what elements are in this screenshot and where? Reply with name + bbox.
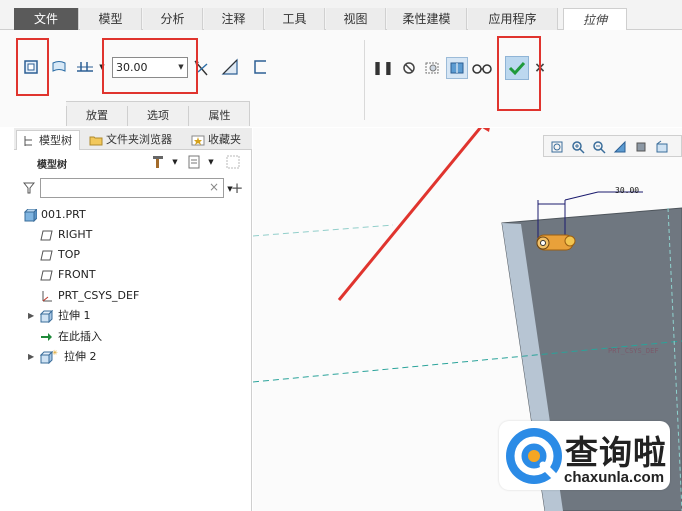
csys-label: PRT_CSYS_DEF: [608, 347, 659, 355]
tab-flexible-modeling[interactable]: 柔性建模: [387, 8, 467, 30]
dimension-value-label[interactable]: 30.00: [615, 186, 639, 195]
navigator-tabs: 模型树 文件夹浏览器 收藏夹: [14, 128, 252, 150]
tab-folder-browser-label: 文件夹浏览器: [106, 133, 172, 146]
tab-view[interactable]: 视图: [326, 8, 386, 30]
model-tree-icon: [22, 134, 36, 148]
chevron-down-icon[interactable]: ▼: [170, 155, 180, 169]
highlight-depth-box: [102, 38, 198, 94]
insert-arrow-icon: [40, 331, 53, 344]
show-settings-icon[interactable]: [186, 153, 202, 171]
zoom-in-icon[interactable]: [569, 138, 587, 156]
datum-plane-icon: [40, 249, 53, 262]
tab-model-tree[interactable]: 模型树: [16, 130, 80, 150]
tab-applications[interactable]: 应用程序: [468, 8, 558, 30]
tab-favorites[interactable]: 收藏夹: [186, 130, 250, 150]
blind-depth-icon[interactable]: [75, 57, 97, 77]
no-preview-icon[interactable]: [400, 58, 418, 78]
model-tree-header: 模型树: [37, 160, 67, 171]
datum-axis-line: [253, 224, 394, 237]
remove-material-icon[interactable]: [220, 57, 240, 77]
tab-file[interactable]: 文件: [14, 8, 79, 30]
tree-item-label: TOP: [58, 248, 81, 261]
tab-model[interactable]: 模型: [80, 8, 142, 30]
tab-model-tree-label: 模型树: [39, 134, 72, 147]
expand-arrow-icon[interactable]: ▶: [28, 348, 34, 366]
annotation-arrow: [337, 128, 483, 301]
pause-icon[interactable]: ❚❚: [372, 58, 394, 78]
tree-item-label: FRONT: [58, 268, 96, 281]
tree-item-label: 在此插入: [58, 330, 102, 343]
feature-preview-icon[interactable]: [446, 57, 468, 79]
tab-extrude[interactable]: 拉伸: [563, 8, 627, 31]
thicken-sketch-icon[interactable]: [250, 57, 270, 77]
clear-search-icon[interactable]: ×: [209, 180, 219, 194]
watermark-brand: 查询啦: [565, 433, 667, 472]
graphics-toolbar: [543, 135, 682, 157]
datum-plane-icon: [40, 229, 53, 242]
tab-folder-browser[interactable]: 文件夹浏览器: [84, 130, 186, 150]
extrude-icon: [39, 309, 54, 324]
dimension-leader: [564, 191, 599, 201]
tab-properties[interactable]: 属性: [188, 106, 250, 126]
highlight-confirm-box: [497, 36, 541, 111]
tab-favorites-label: 收藏夹: [208, 133, 241, 146]
tree-item-label: PRT_CSYS_DEF: [58, 289, 140, 302]
tab-options[interactable]: 选项: [127, 106, 188, 126]
watermark-domain: chaxunla.com: [564, 469, 665, 486]
repaint-icon[interactable]: [611, 138, 629, 156]
zoom-out-icon[interactable]: [590, 138, 608, 156]
highlight-solid-box: [16, 38, 49, 96]
chevron-down-icon[interactable]: ▼: [206, 155, 216, 169]
tree-item-label: 拉伸 1: [58, 309, 91, 322]
ribbon-separator: [364, 40, 365, 120]
datum-plane-icon: [40, 269, 53, 282]
tab-analysis[interactable]: 分析: [143, 8, 203, 30]
attached-preview-icon[interactable]: [423, 58, 443, 78]
part-icon: [23, 207, 39, 223]
tree-item-label: 001.PRT: [41, 208, 86, 221]
ribbon-tab-bar: 文件 模型 分析 注释 工具 视图 柔性建模 应用程序 拉伸: [0, 0, 682, 31]
tab-placement[interactable]: 放置: [66, 106, 127, 126]
tree-item-label: 拉伸 2: [64, 350, 97, 363]
display-style-icon[interactable]: [632, 138, 650, 156]
csys-icon: [40, 290, 53, 303]
folder-icon: [89, 133, 103, 147]
brand-logo-icon: [506, 428, 562, 484]
filter-icon[interactable]: [22, 180, 36, 196]
asterisk-icon: ✳: [52, 349, 58, 357]
tree-tools-icon[interactable]: [150, 153, 166, 171]
model-tree-search-input[interactable]: ×: [40, 178, 224, 198]
saved-orientations-icon[interactable]: [653, 138, 671, 156]
model-tree-panel: 模型树 ▼ ▼ × ▼ + 001.PRT RIGHT TOP FRONT PR…: [14, 150, 252, 511]
grid-icon[interactable]: [224, 153, 242, 171]
hole-end-circle: [564, 235, 576, 247]
add-icon[interactable]: +: [230, 179, 244, 197]
tab-annotate[interactable]: 注释: [204, 8, 264, 30]
expand-arrow-icon[interactable]: ▶: [28, 307, 34, 325]
refit-icon[interactable]: [548, 138, 566, 156]
tree-item-label: RIGHT: [58, 228, 93, 241]
surface-extrude-icon[interactable]: [49, 57, 69, 77]
hole-start-center: [540, 240, 546, 246]
verify-mode-icon[interactable]: [471, 58, 493, 78]
favorites-icon: [191, 133, 205, 147]
tab-tools[interactable]: 工具: [265, 8, 325, 30]
